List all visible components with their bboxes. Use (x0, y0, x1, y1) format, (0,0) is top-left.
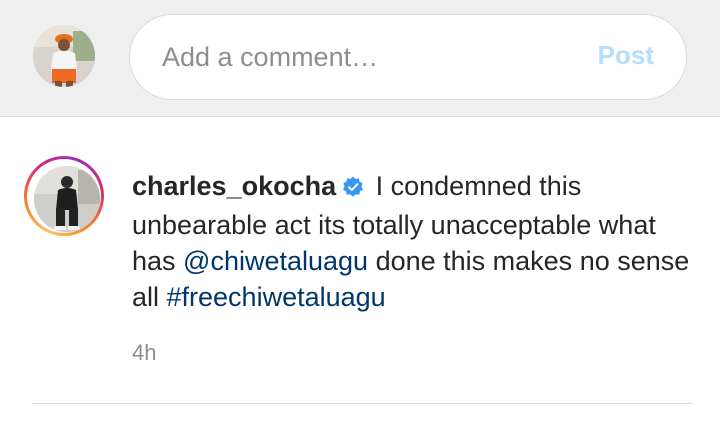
comment-hashtag-link[interactable]: #freechiwetaluagu (167, 282, 386, 312)
profile-photo-icon (33, 25, 95, 87)
comment-timestamp: 4h (132, 340, 157, 365)
comment-composer: Post (0, 0, 720, 117)
comment-input[interactable] (162, 37, 562, 77)
post-button[interactable]: Post (598, 40, 654, 71)
divider (32, 403, 692, 404)
verified-badge-icon (342, 171, 364, 207)
comment-box: Post (129, 14, 687, 100)
story-ring[interactable] (24, 156, 104, 236)
profile-photo-icon (34, 166, 100, 232)
comment-username[interactable]: charles_okocha (132, 171, 336, 201)
comment-body: charles_okocha I condemned this unbearab… (132, 168, 692, 315)
current-user-avatar[interactable] (33, 25, 95, 87)
comment-item: charles_okocha I condemned this unbearab… (0, 118, 720, 421)
comment-mention-link[interactable]: @chiwetaluagu (183, 246, 368, 276)
commenter-avatar[interactable] (34, 166, 100, 232)
